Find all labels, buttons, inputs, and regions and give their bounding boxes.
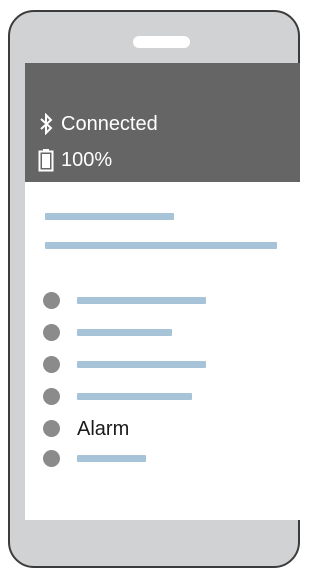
bullet-icon (43, 356, 60, 373)
bullet-icon (43, 420, 60, 437)
bullet-icon (43, 324, 60, 341)
connection-status: Connected (38, 113, 158, 135)
status-bar: Connected 100% (25, 63, 300, 182)
header-line-short (45, 213, 174, 220)
header-line-long (45, 242, 277, 249)
battery-level: 100% (61, 149, 113, 171)
list-item-line (77, 393, 192, 400)
battery-icon (38, 148, 54, 172)
phone-speaker (133, 36, 190, 48)
list-item-line (77, 455, 146, 462)
bluetooth-icon (38, 113, 54, 135)
bullet-icon (43, 292, 60, 309)
list-item-line (77, 361, 206, 368)
phone-screen: Connected 100% Alarm (25, 63, 300, 520)
bullet-icon (43, 388, 60, 405)
list-item-line (77, 329, 172, 336)
battery-status: 100% (38, 148, 112, 172)
alarm-label: Alarm (77, 418, 130, 440)
list-item-line (77, 297, 206, 304)
connection-label: Connected (61, 113, 158, 135)
bullet-icon (43, 450, 60, 467)
